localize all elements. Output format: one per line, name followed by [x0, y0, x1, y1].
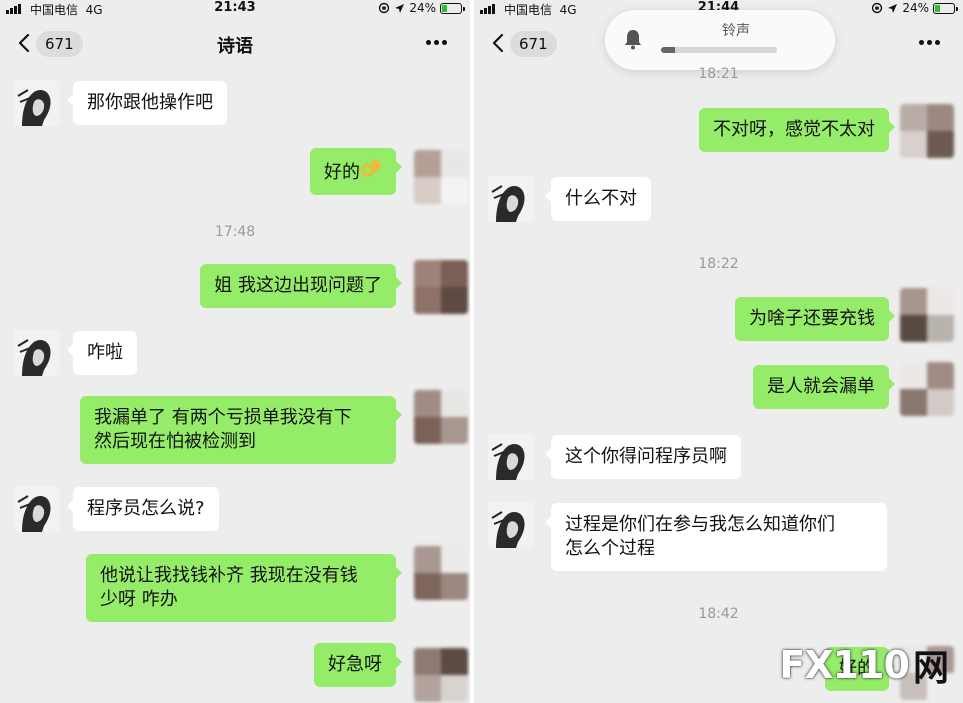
contact-avatar[interactable]: [14, 80, 60, 126]
message-bubble-outgoing[interactable]: 好急呀: [314, 643, 402, 687]
my-avatar[interactable]: [414, 390, 468, 444]
my-avatar[interactable]: [900, 288, 954, 342]
message-bubble-incoming[interactable]: 过程是你们在参与我怎么知道你们 怎么个过程: [545, 503, 887, 571]
ringer-volume-bar[interactable]: [661, 47, 777, 53]
ringer-volume-popup: 铃声: [605, 10, 835, 70]
message-bubble-incoming[interactable]: 这个你得问程序员啊: [545, 435, 741, 479]
battery-icon: [440, 2, 465, 14]
message-bubble-incoming[interactable]: 那你跟他操作吧: [67, 81, 227, 125]
battery-icon: [933, 2, 958, 14]
chat-screen-left: 中国电信 4G 21:43 24% 671 诗语 那你跟他操作吧 好的 17:4…: [0, 0, 470, 703]
my-avatar[interactable]: [900, 362, 954, 416]
chat-screen-right: 中国电信 4G 21:44 24% 671 铃声 18:21 不对呀，感觉不太对…: [474, 0, 963, 703]
more-icon[interactable]: [919, 40, 941, 46]
battery-percent: 24%: [409, 1, 436, 15]
my-avatar[interactable]: [414, 260, 468, 314]
message-bubble-outgoing[interactable]: 为啥子还要充钱: [735, 297, 895, 341]
unread-count-badge[interactable]: 671: [510, 31, 557, 57]
message-bubble-incoming[interactable]: 什么不对: [545, 177, 651, 221]
lock-rotation-icon: [872, 2, 883, 14]
contact-avatar[interactable]: [14, 330, 60, 376]
ringer-label: 铃声: [722, 23, 750, 39]
contact-avatar[interactable]: [488, 434, 534, 480]
contact-avatar[interactable]: [488, 176, 534, 222]
watermark-brand-latin: FX110: [779, 643, 910, 687]
message-bubble-outgoing[interactable]: 他说让我找钱补齐 我现在没有钱 少呀 咋办: [86, 554, 402, 622]
location-icon: [888, 3, 898, 13]
message-bubble-outgoing[interactable]: 不对呀，感觉不太对: [699, 108, 895, 152]
nav-bar: 671 诗语: [0, 18, 470, 70]
message-text: 好的: [324, 162, 360, 183]
more-icon[interactable]: [426, 40, 448, 46]
watermark-brand-cn: 网: [912, 648, 949, 689]
my-avatar[interactable]: [414, 546, 468, 600]
timestamp: 17:48: [214, 224, 256, 240]
message-bubble-outgoing[interactable]: 是人就会漏单: [753, 365, 895, 409]
timestamp: 18:42: [698, 606, 739, 622]
location-icon: [395, 3, 405, 13]
chat-title: 诗语: [217, 36, 253, 57]
timestamp: 18:22: [698, 256, 739, 272]
watermark-logo: FX110 网: [779, 639, 949, 691]
battery-percent: 24%: [902, 1, 929, 15]
my-avatar[interactable]: [900, 104, 954, 158]
message-bubble-incoming[interactable]: 咋啦: [67, 331, 137, 375]
message-bubble-outgoing[interactable]: 好的: [310, 148, 402, 195]
message-bubble-incoming[interactable]: 程序员怎么说?: [67, 487, 219, 531]
my-avatar[interactable]: [414, 150, 468, 204]
back-chevron-icon[interactable]: [488, 32, 510, 54]
message-bubble-outgoing[interactable]: 我漏单了 有两个亏损单我没有下 然后现在怕被检测到: [80, 396, 402, 464]
bell-icon: [625, 30, 641, 50]
my-avatar[interactable]: [414, 648, 468, 702]
timestamp: 18:21: [698, 66, 739, 82]
contact-avatar[interactable]: [14, 486, 60, 532]
status-bar: 中国电信 4G 21:43 24%: [0, 0, 470, 18]
contact-avatar[interactable]: [488, 502, 534, 548]
message-bubble-outgoing[interactable]: 姐 我这边出现问题了: [200, 264, 402, 308]
ok-hand-icon: [361, 158, 382, 177]
lock-rotation-icon: [379, 2, 390, 14]
